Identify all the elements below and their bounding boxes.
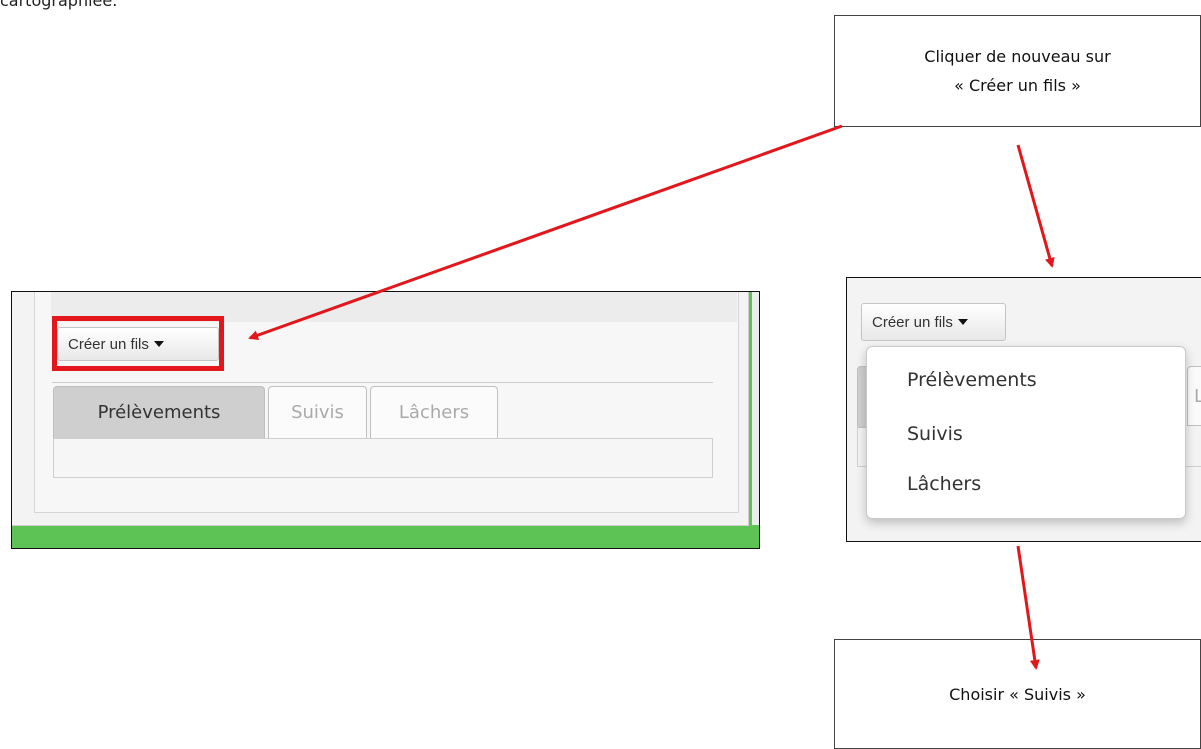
tab-content-area [53, 438, 713, 478]
instruction-callout-top: Cliquer de nouveau sur « Créer un fils » [834, 15, 1201, 127]
highlight-box [52, 316, 224, 371]
callout-top-line2: « Créer un fils » [954, 76, 1081, 95]
dropdown-menu: Prélèvements Suivis Lâchers [866, 346, 1186, 519]
screenshot-left: Créer un fils Prélèvements Suivis Lâcher… [11, 291, 760, 549]
callout-bottom-text: Choisir « Suivis » [949, 684, 1086, 704]
divider [52, 382, 713, 383]
menu-item-lachers[interactable]: Lâchers [907, 473, 981, 495]
instruction-callout-bottom: Choisir « Suivis » [834, 639, 1201, 749]
tab-peek-label: L [1194, 386, 1201, 407]
create-child-button-label: Créer un fils [872, 313, 953, 331]
caret-down-icon [957, 319, 968, 325]
menu-item-prelevements[interactable]: Prélèvements [907, 369, 1037, 391]
tab-label: Lâchers [398, 402, 470, 423]
tab-lachers-partial[interactable]: L [1187, 366, 1201, 426]
arrow-down-to-menu [1016, 144, 1055, 268]
panel-right-edge [752, 292, 759, 525]
tab-lachers[interactable]: Lâchers [370, 386, 498, 438]
document-text-fragment: cartographiée. [0, 0, 118, 10]
screenshot-right: Créer un fils L Prélèvements Suivis Lâch… [846, 277, 1201, 542]
callout-top-line1: Cliquer de nouveau sur [924, 47, 1111, 66]
menu-item-suivis[interactable]: Suivis [907, 423, 963, 445]
tab-label: Prélèvements [97, 402, 221, 423]
tab-label: Suivis [291, 402, 344, 423]
tab-suivis[interactable]: Suivis [268, 386, 367, 438]
tab-prelevements[interactable]: Prélèvements [53, 386, 265, 438]
create-child-button[interactable]: Créer un fils [861, 303, 1006, 341]
